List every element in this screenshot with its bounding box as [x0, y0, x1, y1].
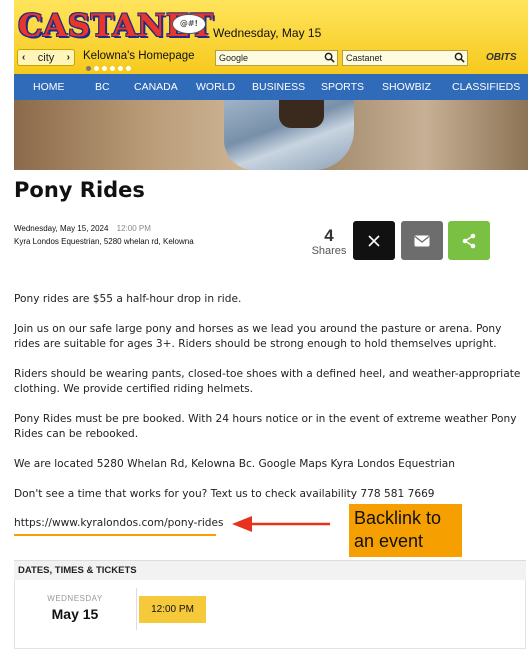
share-icon	[462, 233, 476, 248]
castanet-search-input[interactable]: Castanet	[342, 50, 468, 66]
article-paragraph: Riders should be wearing pants, closed-t…	[14, 368, 521, 395]
ticket-day-of-week: WEDNESDAY	[47, 594, 103, 603]
city-switcher[interactable]: ‹ city ›	[17, 49, 75, 66]
carousel-dot[interactable]	[118, 66, 123, 71]
x-logo-icon	[368, 234, 380, 247]
search-icon[interactable]	[454, 52, 465, 63]
carousel-dot[interactable]	[94, 66, 99, 71]
event-time: 12:00 PM	[116, 224, 151, 233]
share-count: 4 Shares	[309, 226, 349, 258]
nav-item-showbiz[interactable]: SHOWBIZ	[382, 81, 431, 93]
nav-item-business[interactable]: BUSINESS	[252, 81, 305, 93]
share-count-label: Shares	[311, 245, 347, 257]
article-paragraph: We are located 5280 Whelan Rd, Kelowna B…	[14, 458, 455, 470]
nav-item-sports[interactable]: SPORTS	[321, 81, 364, 93]
backlink-highlight-underline	[14, 534, 216, 536]
carousel-dot[interactable]	[86, 66, 91, 71]
share-email-button[interactable]	[401, 221, 443, 260]
google-search-value: Google	[219, 53, 249, 63]
ticket-time-button[interactable]: 12:00 PM	[139, 596, 206, 623]
header-date: Wednesday, May 15	[213, 26, 322, 40]
event-location: Kyra Londos Equestrian, 5280 whelan rd, …	[14, 237, 194, 246]
nav-item-classifieds[interactable]: CLASSIFIEDS	[452, 81, 520, 93]
city-label: city	[37, 51, 55, 64]
carousel-dot[interactable]	[110, 66, 115, 71]
chevron-right-icon[interactable]: ›	[67, 52, 70, 63]
callout-line: an event	[354, 531, 424, 551]
site-header: CASTANET @#! Wednesday, May 15 ‹ city › …	[14, 0, 528, 74]
article-paragraph: Join us on our safe large pony and horse…	[14, 323, 502, 350]
carousel-dot[interactable]	[126, 66, 131, 71]
homepage-label[interactable]: Kelowna's Homepage	[83, 50, 195, 62]
ticket-day: WEDNESDAY May 15	[15, 588, 135, 622]
carousel-dot[interactable]	[102, 66, 107, 71]
event-backlink[interactable]: https://www.kyralondos.com/pony-rides	[14, 517, 224, 529]
share-generic-button[interactable]	[448, 221, 490, 260]
event-hero-image	[14, 100, 528, 170]
nav-item-world[interactable]: WORLD	[196, 81, 235, 93]
chevron-left-icon[interactable]: ‹	[22, 52, 25, 63]
share-x-button[interactable]	[353, 221, 395, 260]
logo-speech-bubble-icon: @#!	[172, 14, 206, 34]
share-count-number: 4	[324, 226, 334, 245]
envelope-icon	[414, 235, 430, 246]
homepage-dots	[86, 66, 131, 71]
search-icon[interactable]	[324, 52, 335, 63]
article-paragraph: Don't see a time that works for you? Tex…	[14, 488, 435, 500]
google-search-input[interactable]: Google	[215, 50, 338, 66]
tickets-panel: WEDNESDAY May 15 12:00 PM	[14, 580, 526, 649]
nav-item-home[interactable]: HOME	[33, 81, 65, 93]
event-meta: Wednesday, May 15, 2024 12:00 PM Kyra Lo…	[14, 222, 194, 248]
castanet-search-value: Castanet	[346, 53, 383, 63]
article-paragraph: Pony rides are $55 a half-hour drop in r…	[14, 293, 242, 305]
callout-line: Backlink to	[354, 508, 442, 528]
annotation-arrow-icon	[232, 516, 330, 532]
ticket-date: May 15	[51, 606, 99, 622]
article-paragraph: Pony Rides must be pre booked. With 24 h…	[14, 413, 517, 440]
divider	[136, 588, 137, 630]
event-date: Wednesday, May 15, 2024	[14, 224, 109, 233]
annotation-callout: Backlink to an event	[349, 504, 462, 557]
nav-item-canada[interactable]: CANADA	[134, 81, 178, 93]
page-title: Pony Rides	[14, 178, 145, 202]
obits-link[interactable]: OBITS	[486, 52, 517, 63]
tickets-heading: DATES, TIMES & TICKETS	[14, 560, 526, 580]
main-nav: HOME BC CANADA WORLD BUSINESS SPORTS SHO…	[14, 74, 528, 100]
nav-item-bc[interactable]: BC	[95, 81, 110, 93]
hero-image-boot	[279, 100, 324, 128]
